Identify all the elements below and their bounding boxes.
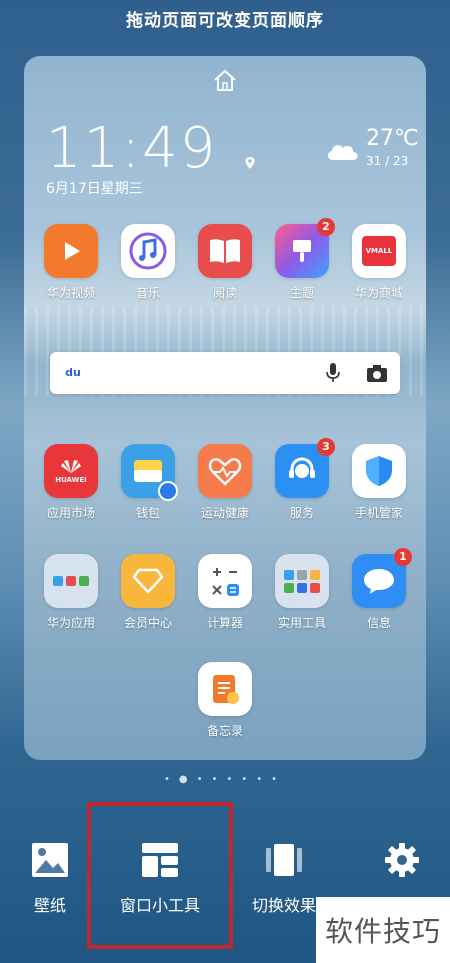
- app-label: 备忘录: [206, 724, 243, 738]
- app-appgallery[interactable]: HUAWEI 应用市场: [36, 444, 106, 521]
- transition-icon: [244, 840, 324, 880]
- notification-badge: 2: [317, 218, 335, 236]
- wallpaper-icon: [20, 840, 80, 880]
- home-page-preview[interactable]: 11:49 6月17日星期三 27℃ 31 / 23 华为视频 音乐 阅读 2 …: [24, 56, 426, 760]
- app-reading[interactable]: 阅读: [190, 224, 260, 301]
- app-folder-huawei[interactable]: 华为应用: [36, 554, 106, 631]
- app-messages[interactable]: 1 信息: [344, 548, 414, 631]
- clock-time: 11:49: [46, 116, 218, 181]
- notification-badge: 3: [317, 438, 335, 456]
- app-notes[interactable]: 备忘录: [190, 662, 260, 739]
- app-label: 服务: [289, 506, 314, 520]
- brush-icon: 2: [275, 218, 335, 278]
- app-phone-manager[interactable]: 手机管家: [344, 444, 414, 521]
- app-health[interactable]: 运动健康: [190, 444, 260, 521]
- app-label: 计算器: [206, 616, 243, 630]
- folder-icon: [275, 554, 329, 608]
- settings-button[interactable]: [372, 840, 432, 892]
- transition-effect-label: 切换效果: [251, 896, 316, 915]
- music-note-icon: [121, 224, 175, 278]
- app-member-center[interactable]: 会员中心: [113, 554, 183, 631]
- location-icon: [245, 157, 255, 169]
- app-label: 手机管家: [354, 506, 403, 520]
- app-label: 运动健康: [200, 506, 249, 520]
- app-label: 华为视频: [46, 286, 95, 300]
- temperature-range: 31 / 23: [366, 154, 409, 168]
- shield-icon: [352, 444, 406, 498]
- wallpaper-label: 壁纸: [33, 896, 66, 915]
- app-label: 音乐: [135, 286, 160, 300]
- app-label: 信息: [366, 616, 391, 630]
- app-label: 钱包: [135, 506, 160, 520]
- app-service[interactable]: 3 服务: [267, 438, 337, 521]
- microphone-icon[interactable]: [324, 362, 342, 384]
- search-widget[interactable]: du: [50, 352, 400, 394]
- temperature: 27℃: [366, 126, 419, 151]
- cloud-icon: [327, 145, 358, 160]
- wallpaper-button[interactable]: 壁纸: [20, 840, 80, 916]
- app-calculator[interactable]: 计算器: [190, 554, 260, 631]
- chat-bubble-icon: 1: [352, 548, 412, 608]
- selection-highlight-box: [87, 802, 233, 949]
- diamond-icon: [121, 554, 175, 608]
- app-music[interactable]: 音乐: [113, 224, 183, 301]
- clock-date: 6月17日星期三: [46, 181, 143, 197]
- video-app-icon: [44, 224, 98, 278]
- app-wallet[interactable]: 钱包: [113, 444, 183, 521]
- folder-icon: [44, 554, 98, 608]
- calculator-icon: [198, 554, 252, 608]
- app-label: 主题: [289, 286, 314, 300]
- baidu-paw-icon: du: [65, 366, 81, 379]
- app-label: 华为商城: [354, 286, 403, 300]
- book-icon: [198, 224, 252, 278]
- notification-badge: 1: [394, 548, 412, 566]
- app-label: 实用工具: [277, 616, 326, 630]
- heart-icon: [198, 444, 252, 498]
- app-vmall[interactable]: VMALL 华为商城: [344, 224, 414, 301]
- page-indicator[interactable]: •●••••••: [0, 774, 450, 785]
- app-label: 应用市场: [46, 506, 95, 520]
- shopping-bag-icon: VMALL: [352, 224, 406, 278]
- home-icon[interactable]: [212, 68, 238, 94]
- notepad-icon: [198, 662, 252, 716]
- transition-effect-button[interactable]: 切换效果: [244, 840, 324, 916]
- huawei-text: HUAWEI: [55, 476, 87, 484]
- instruction-text: 拖动页面可改变页面顺序: [126, 11, 324, 31]
- wallet-icon: [121, 444, 178, 501]
- app-label: 阅读: [212, 286, 237, 300]
- huawei-logo-icon: HUAWEI: [44, 444, 98, 498]
- app-label: 会员中心: [123, 616, 172, 630]
- headset-icon: 3: [275, 438, 335, 498]
- app-huawei-video[interactable]: 华为视频: [36, 224, 106, 301]
- app-folder-tools[interactable]: 实用工具: [267, 554, 337, 631]
- app-label: 华为应用: [46, 616, 95, 630]
- verified-icon: [158, 481, 178, 501]
- camera-icon[interactable]: [366, 363, 388, 383]
- vmall-logo-text: VMALL: [362, 236, 396, 266]
- watermark-text: 软件技巧: [316, 897, 450, 963]
- app-themes[interactable]: 2 主题: [267, 218, 337, 301]
- settings-icon: [372, 840, 432, 880]
